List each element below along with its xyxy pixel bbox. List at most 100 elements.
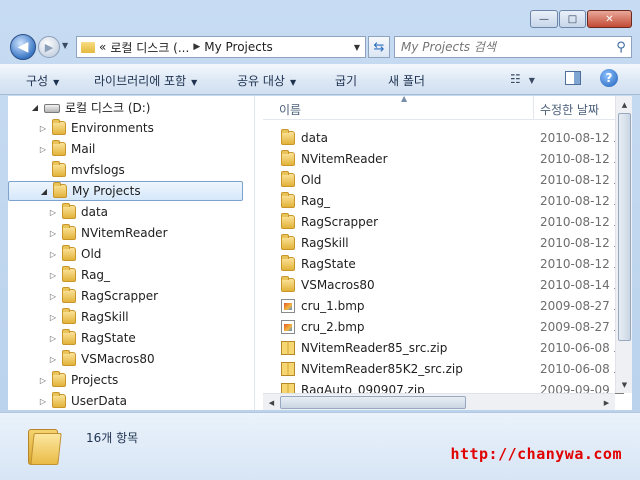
address-overflow-chevron[interactable]: « xyxy=(99,40,106,54)
help-button[interactable]: ? xyxy=(600,69,618,87)
address-bar[interactable]: « 로컬 디스크 (... ▶ My Projects ▼ xyxy=(76,36,366,58)
zip-archive-icon xyxy=(281,361,295,376)
file-row[interactable]: NVitemReader85_src.zip 2010-06-08 오 xyxy=(263,337,625,358)
collapsed-triangle-icon[interactable]: ▷ xyxy=(38,145,48,154)
sort-ascending-icon: ▲ xyxy=(401,96,408,103)
file-date-modified: 2010-08-12 오 xyxy=(540,173,625,187)
folder-icon xyxy=(62,245,76,261)
file-date-modified: 2010-08-12 오 xyxy=(540,215,625,229)
burn-button[interactable]: 굽기 xyxy=(335,72,357,89)
tree-item-label: data xyxy=(81,205,109,219)
tree-item[interactable]: ▷ RagScrapper xyxy=(48,286,158,306)
file-row[interactable]: RagState 2010-08-12 오 xyxy=(263,253,625,274)
vertical-scrollbar[interactable]: ▲ ▼ xyxy=(615,96,632,393)
expanded-triangle-icon[interactable]: ◢ xyxy=(39,187,49,196)
collapsed-triangle-icon[interactable]: ▷ xyxy=(48,208,58,217)
details-pane: 16개 항목 http://chanywa.com xyxy=(0,412,640,480)
chevron-down-icon: ▼ xyxy=(191,78,198,87)
drive-icon xyxy=(44,104,60,113)
folder-icon xyxy=(53,182,67,198)
tree-item[interactable]: ▷ UserData xyxy=(38,391,127,410)
pane-splitter[interactable] xyxy=(255,96,263,410)
column-divider[interactable] xyxy=(533,96,534,120)
folder-icon xyxy=(52,371,66,387)
scroll-up-icon[interactable]: ▲ xyxy=(616,96,632,113)
scroll-left-icon[interactable]: ◀ xyxy=(263,394,280,410)
horizontal-scrollbar[interactable]: ◀ ▶ xyxy=(263,393,615,410)
file-row[interactable]: Old 2010-08-12 오 xyxy=(263,169,625,190)
tree-item[interactable]: ◢ My Projects xyxy=(8,181,243,201)
collapsed-triangle-icon[interactable]: ▷ xyxy=(38,397,48,406)
vertical-scroll-thumb[interactable] xyxy=(618,113,631,341)
organize-menu-button[interactable]: 구성 ▼ xyxy=(26,72,59,89)
tree-item[interactable]: ▷ Projects xyxy=(38,370,118,390)
item-count: 16개 항목 xyxy=(86,431,139,445)
folder-icon xyxy=(281,212,295,229)
include-in-library-button[interactable]: 라이브러리에 포함 ▼ xyxy=(94,72,197,89)
collapsed-triangle-icon[interactable]: ▷ xyxy=(38,124,48,133)
share-with-button[interactable]: 공유 대상 ▼ xyxy=(237,72,296,89)
folder-icon xyxy=(281,170,295,187)
horizontal-scroll-thumb[interactable] xyxy=(280,396,466,409)
tree-item[interactable]: ▷ Old xyxy=(48,244,101,264)
search-icon[interactable]: ⚲ xyxy=(611,40,631,55)
file-row[interactable]: cru_2.bmp 2009-08-27 오 xyxy=(263,316,625,337)
breadcrumb-separator-icon[interactable]: ▶ xyxy=(193,42,200,52)
tree-item[interactable]: ▷ RagSkill xyxy=(48,307,129,327)
watermark-text: http://chanywa.com xyxy=(450,445,622,463)
file-row[interactable]: RagScrapper 2010-08-12 오 xyxy=(263,211,625,232)
column-header-name[interactable]: 이름 xyxy=(279,101,301,118)
tree-item[interactable]: ▷ data xyxy=(48,202,108,222)
collapsed-triangle-icon[interactable]: ▷ xyxy=(48,355,58,364)
folder-icon xyxy=(52,392,66,408)
refresh-button[interactable]: ⇆ xyxy=(368,36,390,58)
file-name: RagSkill xyxy=(301,235,349,250)
change-view-button[interactable]: ☷ ▼ xyxy=(510,72,535,86)
bitmap-file-icon xyxy=(281,319,295,334)
navigation-pane: ◢ 로컬 디스크 (D:) ▷ Environments ▷ Mail mvfslogs ◢ M… xyxy=(8,96,255,410)
collapsed-triangle-icon[interactable]: ▷ xyxy=(48,271,58,280)
recent-pages-dropdown[interactable]: ▼ xyxy=(62,41,68,50)
tree-item[interactable]: ▷ Environments xyxy=(38,118,154,138)
file-row[interactable]: NVitemReader85K2_src.zip 2010-06-08 오 xyxy=(263,358,625,379)
file-name: NVitemReader85K2_src.zip xyxy=(301,361,463,376)
collapsed-triangle-icon[interactable]: ▷ xyxy=(48,313,58,322)
minimize-button[interactable]: — xyxy=(530,10,558,28)
tree-item[interactable]: ◢ 로컬 디스크 (D:) xyxy=(30,97,151,117)
tree-item[interactable]: mvfslogs xyxy=(38,160,125,180)
file-date-modified: 2010-08-12 오 xyxy=(540,257,625,271)
tree-item[interactable]: ▷ RagState xyxy=(48,328,136,348)
breadcrumb-local-disk[interactable]: 로컬 디스크 (... xyxy=(110,39,189,56)
collapsed-triangle-icon[interactable]: ▷ xyxy=(48,229,58,238)
file-row[interactable]: VSMacros80 2010-08-14 오 xyxy=(263,274,625,295)
file-row[interactable]: NVitemReader 2010-08-12 오 xyxy=(263,148,625,169)
folder-icon xyxy=(62,329,76,345)
new-folder-button[interactable]: 새 폴더 xyxy=(388,72,425,89)
scroll-right-icon[interactable]: ▶ xyxy=(598,394,615,410)
scroll-down-icon[interactable]: ▼ xyxy=(616,376,632,393)
collapsed-triangle-icon[interactable]: ▷ xyxy=(48,292,58,301)
column-header-date-modified[interactable]: 수정한 날짜 xyxy=(540,101,599,118)
forward-button[interactable]: ▶ xyxy=(38,36,60,58)
maximize-button[interactable]: □ xyxy=(559,10,586,28)
file-row[interactable]: RagSkill 2010-08-12 오 xyxy=(263,232,625,253)
collapsed-triangle-icon[interactable]: ▷ xyxy=(38,376,48,385)
close-button[interactable]: ✕ xyxy=(587,10,632,28)
file-name: Rag_ xyxy=(301,193,331,208)
expanded-triangle-icon[interactable]: ◢ xyxy=(30,103,40,112)
search-input[interactable] xyxy=(401,40,611,54)
file-row[interactable]: data 2010-08-12 오 xyxy=(263,127,625,148)
tree-item[interactable]: ▷ VSMacros80 xyxy=(48,349,155,369)
folder-icon xyxy=(281,191,295,208)
back-button[interactable]: ◀ xyxy=(10,34,36,60)
tree-item[interactable]: ▷ Rag_ xyxy=(48,265,110,285)
preview-pane-button[interactable] xyxy=(565,71,581,85)
file-row[interactable]: Rag_ 2010-08-12 오 xyxy=(263,190,625,211)
address-dropdown-button[interactable]: ▼ xyxy=(349,43,365,52)
tree-item[interactable]: ▷ NVitemReader xyxy=(48,223,168,243)
collapsed-triangle-icon[interactable]: ▷ xyxy=(48,334,58,343)
file-row[interactable]: cru_1.bmp 2009-08-27 오 xyxy=(263,295,625,316)
tree-item[interactable]: ▷ Mail xyxy=(38,139,95,159)
breadcrumb-my-projects[interactable]: My Projects xyxy=(204,40,273,54)
collapsed-triangle-icon[interactable]: ▷ xyxy=(48,250,58,259)
